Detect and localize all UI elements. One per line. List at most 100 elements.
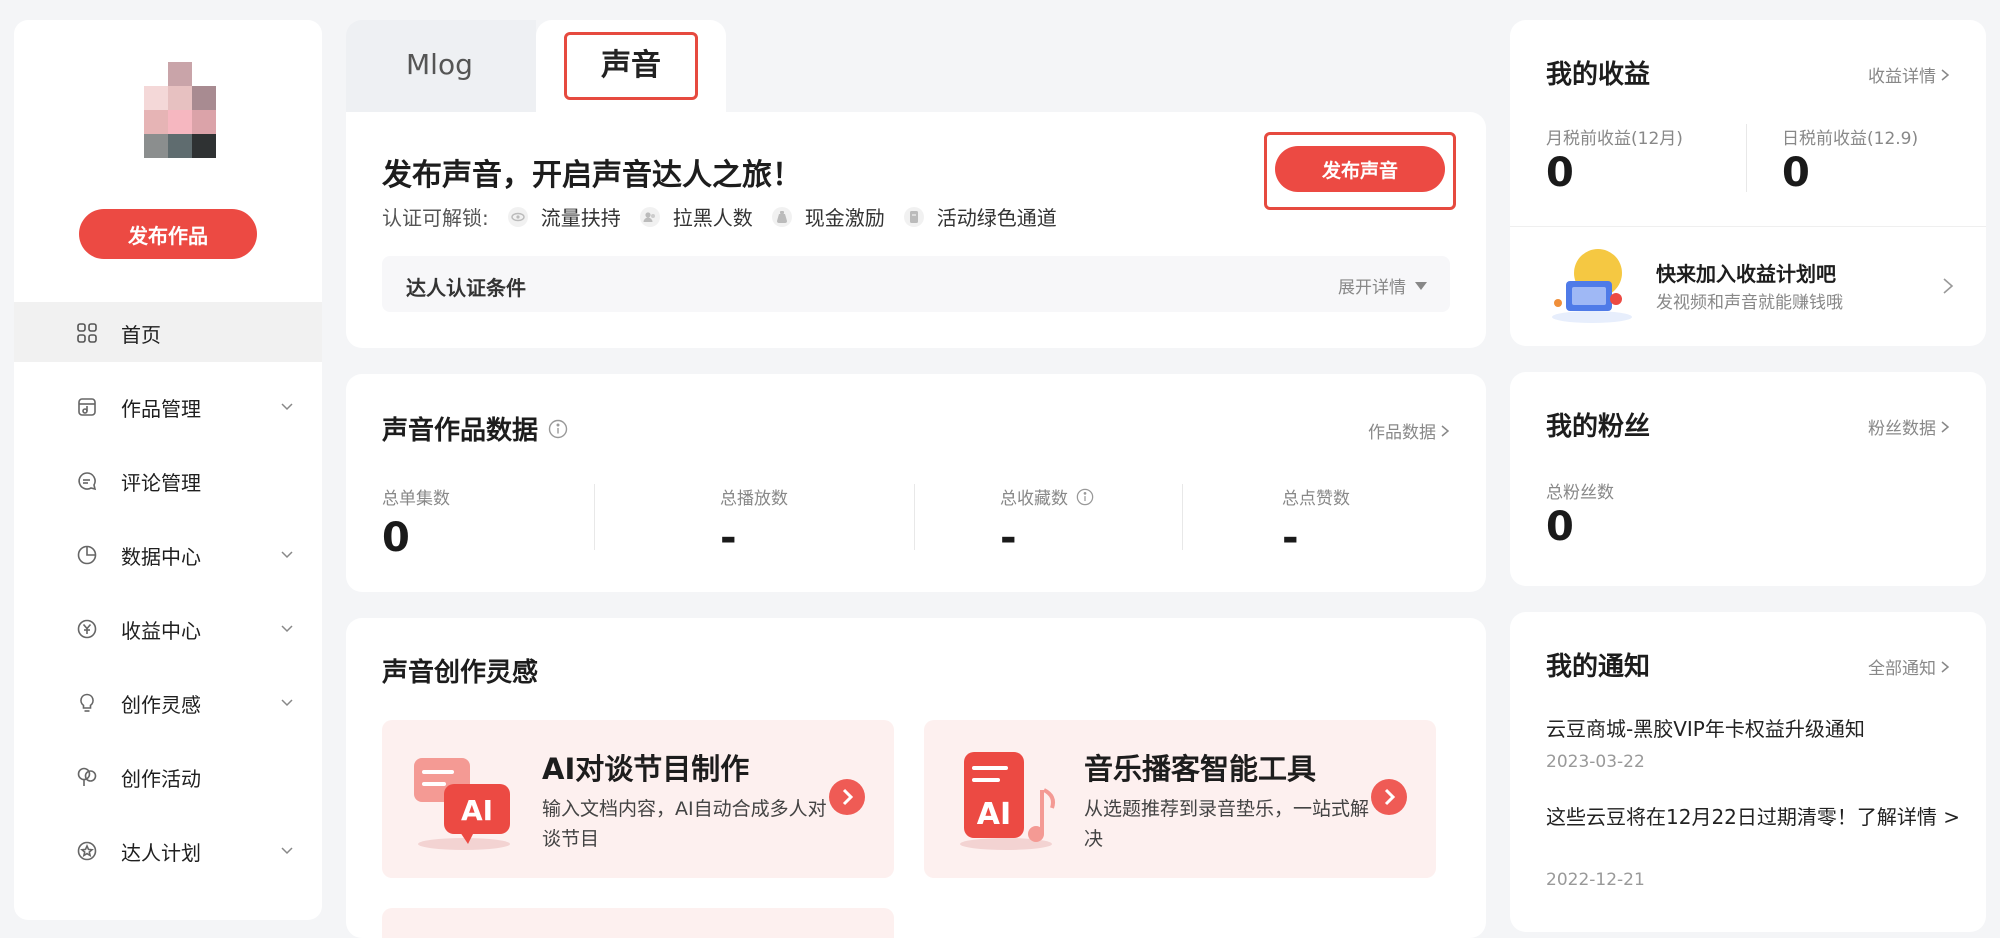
monthly-earnings-label: 月税前收益(12月) (1546, 129, 1683, 149)
yuan-icon (77, 619, 97, 639)
bulb-icon (80, 693, 94, 712)
works-data-link[interactable]: 作品数据 (1368, 418, 1450, 443)
sidebar-item-label: 数据中心 (121, 545, 201, 569)
daily-earnings-label: 日税前收益(12.9) (1782, 129, 1919, 149)
publish-sound-button[interactable]: 发布声音 (1275, 146, 1445, 192)
ai-art-text: AI (977, 797, 1011, 832)
grid-icon (77, 323, 97, 343)
stat-total-likes: 总点赞数 - (1282, 484, 1350, 561)
perk-traffic: 流量扶持 (507, 202, 621, 231)
sidebar: 发布作品 首页 作品管理 评论管理 数据中心 收益中心 创作灵感 创作活动 达人… (14, 20, 322, 920)
stat-total-plays: 总播放数 - (720, 484, 788, 561)
divider (914, 484, 915, 550)
avatar[interactable] (136, 42, 224, 162)
perk-green-channel: 活动绿色通道 (903, 202, 1057, 231)
inspiration-card-partial[interactable] (382, 908, 894, 938)
stats-title-row: 声音作品数据 (382, 410, 568, 447)
go-arrow-button[interactable] (1371, 779, 1407, 815)
sound-intro-card: 发布声音，开启声音达人之旅！ 认证可解锁: 流量扶持 拉黑人数 现金激励 活动绿… (346, 112, 1486, 348)
stat-value: - (1282, 515, 1299, 561)
users-icon (639, 206, 660, 227)
info-icon[interactable] (548, 419, 568, 439)
eye-icon (507, 206, 528, 227)
fans-title: 我的粉丝 (1546, 412, 1651, 442)
join-earnings-plan-banner[interactable]: 快来加入收益计划吧 发视频和声音就能赚钱哦 (1510, 227, 1986, 346)
caret-down-icon (1415, 281, 1427, 290)
chevron-right-icon (1943, 278, 1954, 294)
divider (1746, 124, 1747, 192)
all-notices-link[interactable]: 全部通知 (1868, 654, 1950, 679)
sidebar-item-creator-plan[interactable]: 达人计划 (14, 820, 322, 880)
comment-icon (78, 472, 97, 491)
link-label: 作品数据 (1368, 423, 1436, 443)
sidebar-item-earnings-center[interactable]: 收益中心 (14, 598, 322, 658)
music-podcast-tool-card[interactable]: AI 音乐播客智能工具 从选题推荐到录音垫乐，一站式解决 (924, 720, 1436, 878)
stat-value: 0 (382, 515, 410, 561)
tab-label: Mlog (406, 48, 473, 81)
tab-label: 声音 (564, 32, 698, 100)
stat-label: 总收藏数 (1000, 489, 1068, 509)
stat-value: - (1000, 515, 1017, 561)
chevron-right-icon (1941, 660, 1950, 673)
total-fans-label: 总粉丝数 (1546, 483, 1614, 503)
total-fans-value: 0 (1546, 504, 1574, 550)
chevron-right-icon (1384, 788, 1396, 806)
sidebar-item-label: 创作活动 (121, 767, 201, 791)
card-description: 从选题推荐到录音垫乐，一站式解决 (1084, 798, 1370, 850)
sidebar-item-activities[interactable]: 创作活动 (14, 746, 322, 806)
info-icon[interactable] (1076, 488, 1094, 506)
go-arrow-button[interactable] (829, 779, 865, 815)
sidebar-item-label: 收益中心 (121, 619, 201, 643)
plan-subtitle: 发视频和声音就能赚钱哦 (1656, 293, 1843, 313)
sidebar-item-home[interactable]: 首页 (14, 302, 322, 362)
creator-certification-bar[interactable]: 达人认证条件 展开详情 (382, 256, 1450, 312)
tab-sound[interactable]: 声音 (536, 20, 726, 114)
plan-title: 快来加入收益计划吧 (1656, 262, 1836, 286)
earnings-details-link[interactable]: 收益详情 (1868, 62, 1950, 87)
tab-mlog[interactable]: Mlog (346, 20, 536, 114)
card-title: AI对谈节目制作 (542, 752, 750, 786)
unlock-perks: 认证可解锁: 流量扶持 拉黑人数 现金激励 活动绿色通道 (382, 202, 1057, 231)
perk-label: 活动绿色通道 (936, 206, 1057, 230)
sidebar-item-label: 达人计划 (121, 841, 201, 865)
perk-label: 流量扶持 (540, 206, 621, 230)
expand-label: 展开详情 (1338, 278, 1406, 298)
sound-stats-card: 声音作品数据 作品数据 总单集数 0 总播放数 - 总收藏数 - 总点赞数 - (346, 374, 1486, 592)
sidebar-item-comments[interactable]: 评论管理 (14, 450, 322, 510)
earnings-card: 我的收益 收益详情 月税前收益(12月) 0 日税前收益(12.9) 0 快来加… (1510, 20, 1986, 346)
chevron-right-icon (842, 788, 854, 806)
expand-details-link[interactable]: 展开详情 (1338, 273, 1428, 298)
chevron-down-icon (281, 551, 293, 559)
sidebar-item-label: 评论管理 (121, 471, 201, 495)
notice-item-title[interactable]: 这些云豆将在12月22日过期清零！了解详情 > (1546, 802, 1966, 832)
perk-label: 拉黑人数 (672, 206, 753, 230)
sidebar-item-label: 创作灵感 (121, 693, 201, 717)
link-label: 全部通知 (1868, 659, 1936, 679)
publish-work-button[interactable]: 发布作品 (79, 209, 257, 259)
fans-card: 我的粉丝 粉丝数据 总粉丝数 0 (1510, 372, 1986, 586)
notice-item-title[interactable]: 云豆商城-黑胶VIP年卡权益升级通知 (1546, 714, 1966, 744)
intro-title: 发布声音，开启声音达人之旅！ (382, 158, 802, 193)
card-title: 音乐播客智能工具 (1084, 752, 1317, 786)
divider (1182, 484, 1183, 550)
sidebar-item-data-center[interactable]: 数据中心 (14, 524, 322, 584)
card-description: 输入文档内容，AI自动合成多人对谈节目 (542, 798, 827, 850)
link-label: 收益详情 (1868, 67, 1936, 87)
tab-bar: Mlog 声音 (346, 20, 726, 114)
stat-label: 总单集数 (382, 489, 450, 509)
sidebar-item-works[interactable]: 作品管理 (14, 376, 322, 436)
ai-art-text: AI (461, 794, 493, 827)
chevron-down-icon (281, 847, 293, 855)
balloon-icon (77, 767, 97, 786)
music-file-icon (78, 398, 96, 416)
pie-chart-icon (77, 545, 97, 565)
sidebar-item-inspiration[interactable]: 创作灵感 (14, 672, 322, 732)
document-icon (903, 206, 924, 227)
notices-title: 我的通知 (1546, 652, 1651, 682)
stat-total-favorites: 总收藏数 - (1000, 484, 1094, 561)
stat-value: - (720, 515, 737, 561)
chevron-down-icon (281, 699, 293, 707)
fans-data-link[interactable]: 粉丝数据 (1868, 414, 1950, 439)
ai-dialogue-tool-card[interactable]: AI AI对谈节目制作 输入文档内容，AI自动合成多人对谈节目 (382, 720, 894, 878)
cert-label: 达人认证条件 (406, 276, 526, 300)
